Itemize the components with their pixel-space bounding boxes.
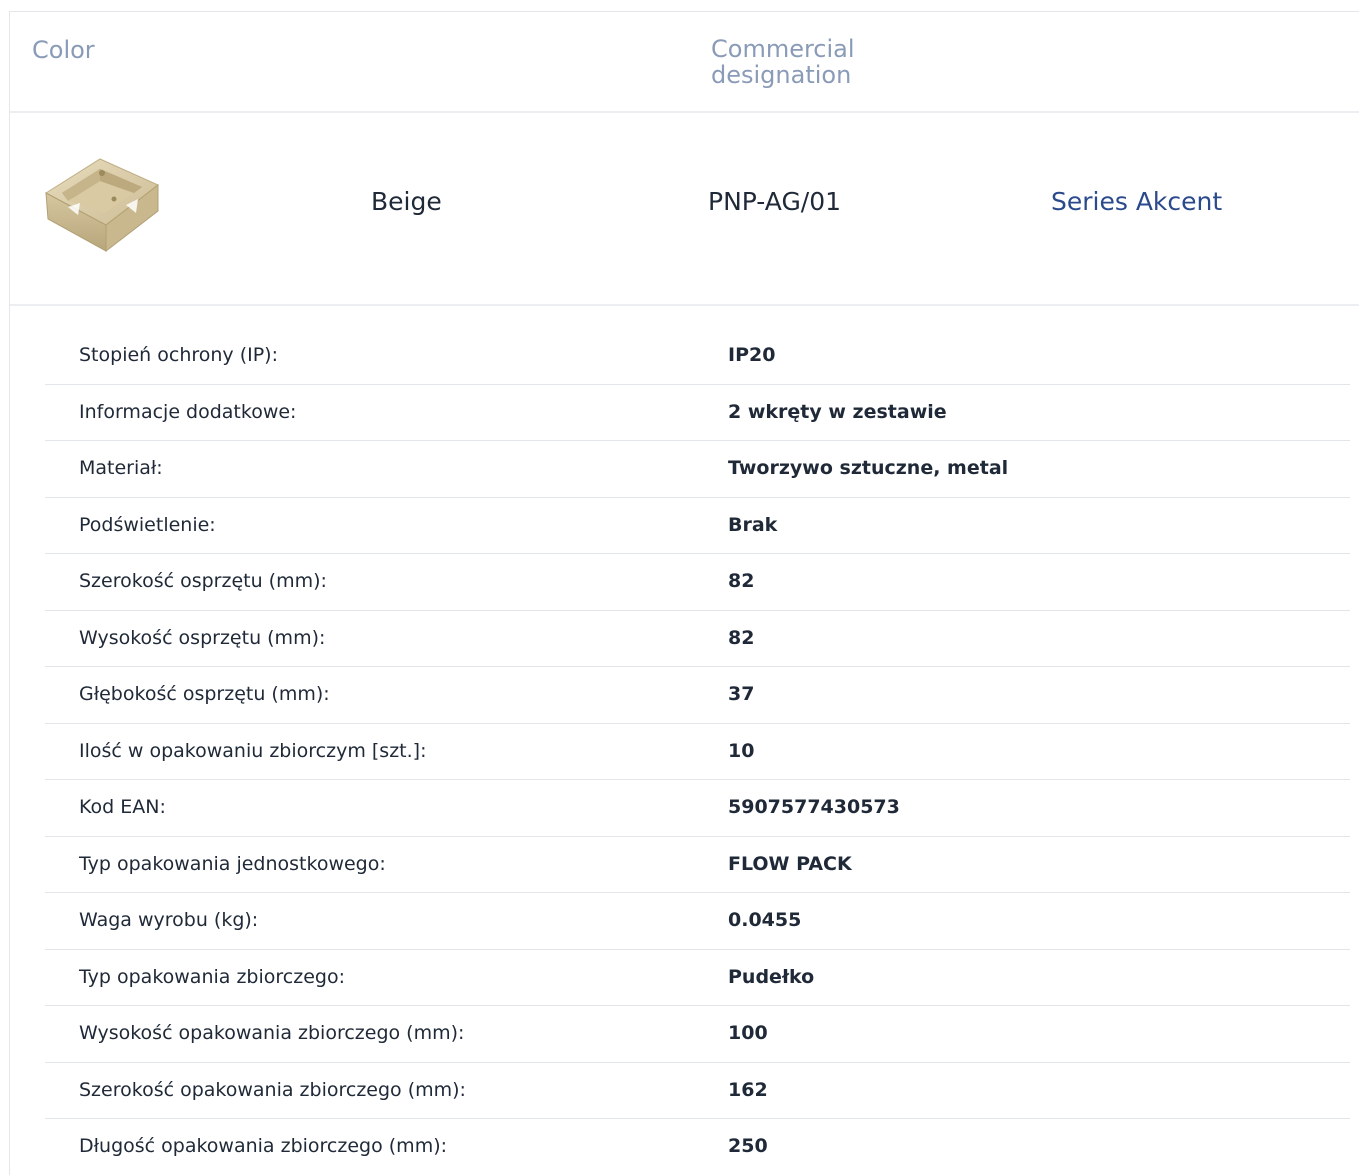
spec-value: 250 [728,1135,768,1157]
table-row: Ilość w opakowaniu zbiorczym [szt.]: 10 [45,724,1350,780]
spec-label: Wysokość osprzętu (mm): [79,626,326,649]
table-header-row: Color Commercial designation [10,12,1359,113]
column-header-color: Color [32,36,95,64]
product-variant-panel: Color Commercial designation Beige PNP-A… [9,11,1359,1175]
table-row: Szerokość osprzętu (mm): 82 [45,554,1350,611]
spec-label: Materiał: [79,457,163,479]
spec-label: Informacje dodatkowe: [79,400,297,423]
spec-value: Brak [728,513,778,536]
table-row: Informacje dodatkowe: 2 wkręty w zestawi… [45,385,1350,441]
table-row: Typ opakowania jednostkowego: FLOW PACK [45,837,1350,893]
table-row: Szerokość opakowania zbiorczego (mm): 16… [45,1063,1350,1119]
spec-label: Długość opakowania zbiorczego (mm): [79,1135,448,1157]
spec-value: 82 [728,570,755,592]
product-variant-row: Beige PNP-AG/01 Series Akcent [10,113,1359,306]
beige-mounting-box-icon [45,158,159,253]
table-row: Głębokość osprzętu (mm): 37 [45,667,1350,724]
product-color-value: Beige [371,187,442,216]
spec-value: 162 [728,1078,768,1101]
spec-value: FLOW PACK [728,852,852,875]
spec-label: Stopień ochrony (IP): [79,344,278,366]
spec-value: 10 [728,739,755,762]
spec-value: 100 [728,1022,768,1044]
column-header-commercial-designation: Commercial designation [711,35,855,89]
spec-label: Waga wyrobu (kg): [79,909,259,931]
table-row: Typ opakowania zbiorczego: Pudełko [45,950,1350,1006]
table-row: Kod EAN: 5907577430573 [45,780,1350,837]
table-row: Podświetlenie: Brak [45,498,1350,554]
spec-label: Szerokość opakowania zbiorczego (mm): [79,1078,466,1101]
spec-label: Wysokość opakowania zbiorczego (mm): [79,1022,465,1044]
series-link[interactable]: Series Akcent [1051,187,1222,216]
spec-label: Ilość w opakowaniu zbiorczym [szt.]: [79,739,427,762]
spec-value: 2 wkręty w zestawie [728,400,947,423]
product-code-value: PNP-AG/01 [708,187,842,216]
spec-value: IP20 [728,344,776,366]
spec-label: Szerokość osprzętu (mm): [79,570,327,592]
spec-value: Pudełko [728,965,815,988]
spec-label: Podświetlenie: [79,513,216,536]
table-row: Stopień ochrony (IP): IP20 [45,328,1350,385]
spec-value: 0.0455 [728,909,802,931]
spec-label: Kod EAN: [79,796,166,818]
spec-label: Typ opakowania jednostkowego: [79,852,386,875]
spec-value: 37 [728,683,755,705]
table-row: Materiał: Tworzywo sztuczne, metal [45,441,1350,498]
spec-label: Typ opakowania zbiorczego: [79,965,345,988]
spec-value: Tworzywo sztuczne, metal [728,457,1009,479]
spec-label: Głębokość osprzętu (mm): [79,683,330,705]
table-row: Wysokość osprzętu (mm): 82 [45,611,1350,667]
spec-value: 5907577430573 [728,796,900,818]
spec-value: 82 [728,626,755,649]
table-row: Wysokość opakowania zbiorczego (mm): 100 [45,1006,1350,1063]
specification-table: Stopień ochrony (IP): IP20 Informacje do… [45,328,1350,1175]
table-row: Waga wyrobu (kg): 0.0455 [45,893,1350,950]
table-row: Długość opakowania zbiorczego (mm): 250 [45,1119,1350,1175]
